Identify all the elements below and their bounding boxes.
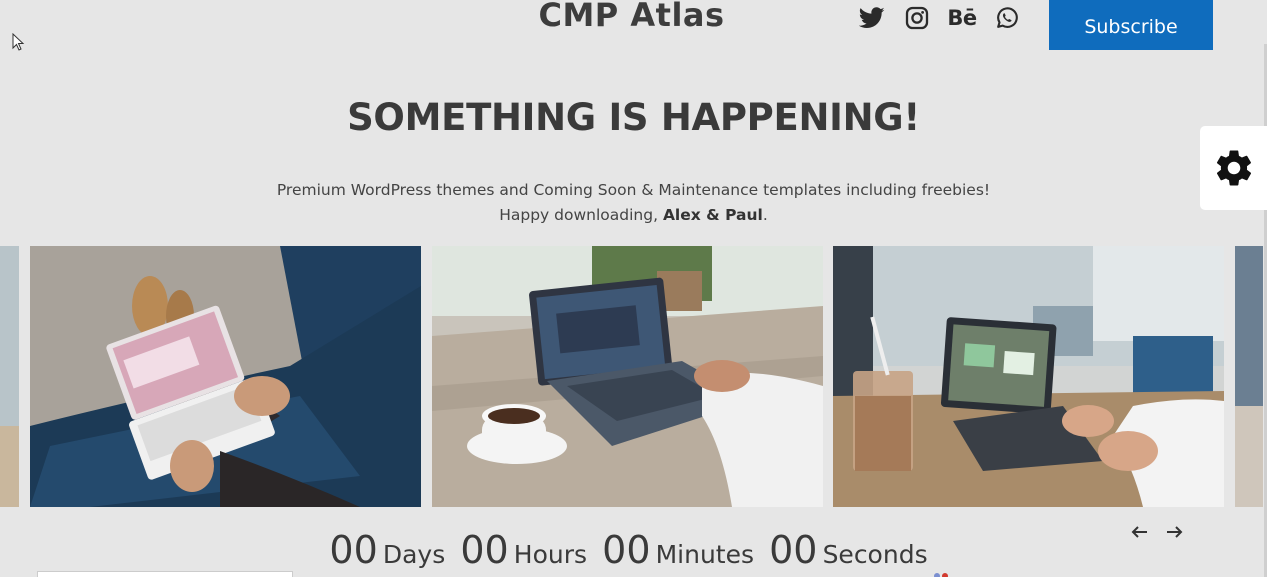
slider-image-laptop-cafe [833,246,1224,507]
countdown-minutes-label: Minutes [655,540,755,569]
countdown-minutes-value: 00 [602,528,651,572]
hero-description: Premium WordPress themes and Coming Soon… [0,178,1267,228]
hero-line-2-suffix: . [762,206,768,224]
countdown-seconds-value: 00 [769,528,818,572]
slider-image-partial-left [0,246,19,507]
page-headline: SOMETHING IS HAPPENING! [347,96,920,139]
instagram-icon[interactable] [903,4,931,32]
countdown-days-value: 00 [329,528,378,572]
slider-image-laptop-coffee [432,246,823,507]
slider-image-partial-right [1235,246,1263,507]
hero-line-1: Premium WordPress themes and Coming Soon… [276,181,991,199]
bottom-panel-edge [37,571,293,577]
countdown-seconds-label: Seconds [822,540,928,569]
twitter-icon[interactable] [858,4,886,32]
countdown-days-label: Days [382,540,446,569]
countdown-hours-value: 00 [460,528,509,572]
countdown-hours-label: Hours [513,540,588,569]
hero-authors: Alex & Paul [662,206,763,224]
hero-line-2-prefix: Happy downloading, [499,206,663,224]
mouse-cursor-icon [12,33,25,51]
hero-line-2: Happy downloading, Alex & Paul. [0,203,1267,228]
behance-icon[interactable]: Bē [947,4,977,32]
decorative-dots-icon [934,573,948,577]
countdown-timer: 00 Days 00 Hours 00 Minutes 00 Seconds [0,528,1267,572]
subscribe-button[interactable]: Subscribe [1049,0,1213,50]
social-links: Bē [858,4,1021,32]
behance-glyph: Bē [947,6,977,30]
slider-image-laptop-sofa [30,246,421,507]
whatsapp-icon[interactable] [993,4,1021,32]
